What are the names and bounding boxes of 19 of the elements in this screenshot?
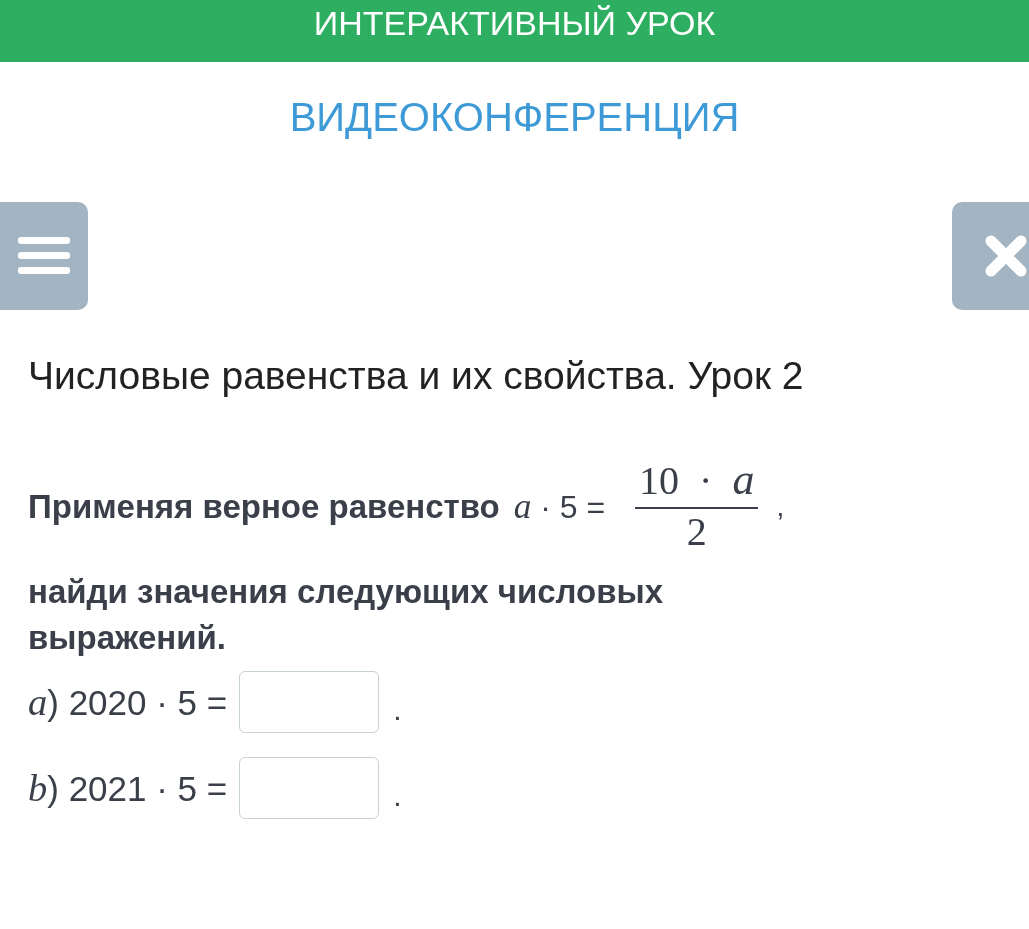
lesson-title: Числовые равенства и их свойства. Урок 2 [28, 353, 805, 399]
comma: , [776, 490, 785, 523]
expression-text: a) 2020 · 5 = [28, 680, 228, 724]
question-text: Применяя верное равенство [28, 487, 500, 526]
period: . [393, 693, 402, 727]
menu-icon [18, 235, 70, 277]
videoconference-link[interactable]: ВИДЕОКОНФЕРЕНЦИЯ [289, 94, 740, 170]
question-text: найди значения следующих числовых выражений. [28, 572, 665, 658]
close-icon [985, 235, 1027, 277]
equation-text: a · 5 = [513, 486, 606, 527]
fraction-denominator: 2 [686, 509, 707, 555]
close-button[interactable] [952, 202, 1029, 310]
menu-button[interactable] [0, 202, 88, 310]
fraction-numerator: 10 · a [635, 458, 759, 509]
expression-text: b) 2021 · 5 = [28, 766, 228, 810]
answer-field[interactable] [239, 757, 380, 819]
period: . [393, 779, 402, 813]
answer-field[interactable] [239, 671, 380, 733]
header-title: ИНТЕРАКТИВНЫЙ УРОК [313, 4, 716, 42]
